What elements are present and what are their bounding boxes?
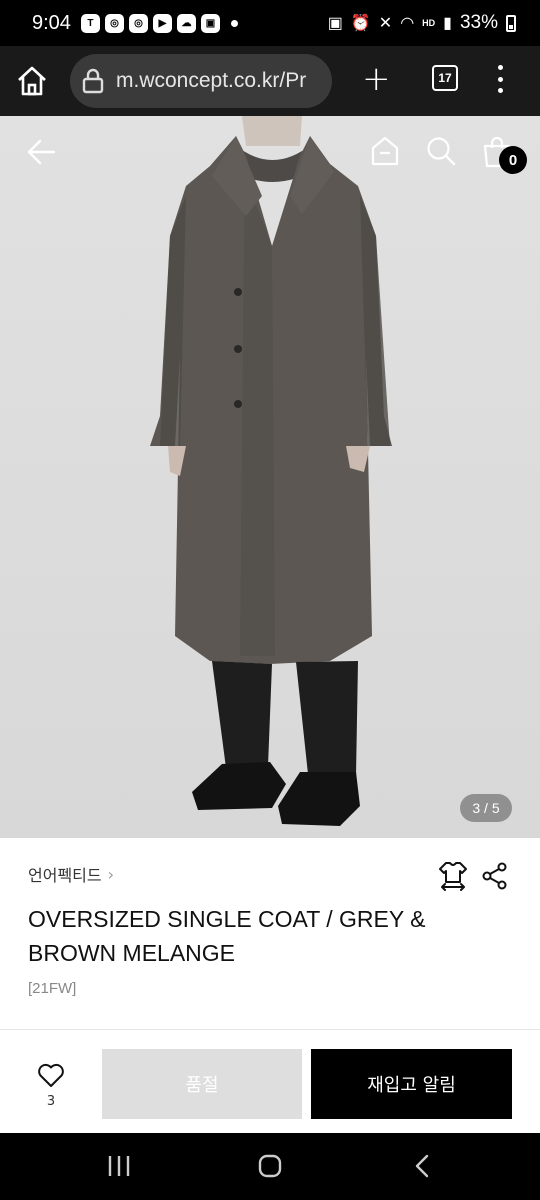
restock-alert-button[interactable]: 재입고 알림 (311, 1049, 512, 1119)
lock-icon (82, 68, 104, 94)
new-tab-button[interactable]: + (362, 59, 391, 99)
more-notifications-icon (230, 19, 238, 27)
wishlist-count: 3 (46, 1094, 56, 1109)
battery-percent: 33% (459, 12, 498, 33)
browser-toolbar: m.wconcept.co.kr/Pr + 17 (0, 46, 540, 116)
youtube-icon: ▶ (152, 13, 172, 33)
product-photo (150, 116, 392, 826)
hd-voice-icon: HD (422, 17, 436, 28)
home-icon[interactable] (370, 136, 400, 166)
divider (0, 1029, 540, 1030)
battery-icon (506, 14, 516, 32)
instagram-icon: ◎ (104, 13, 124, 33)
alarm-icon: ⏰ (350, 15, 371, 32)
weather-icon: ☁ (176, 13, 196, 33)
product-title: OVERSIZED SINGLE COAT / GREY & BROWN MEL… (28, 906, 426, 966)
browser-menu-button[interactable] (490, 63, 510, 95)
product-image-carousel[interactable] (0, 116, 540, 838)
tab-switcher-button[interactable]: 17 (432, 65, 458, 91)
instagram-icon: ◎ (128, 13, 148, 33)
brand-name: 언어펙티드 (28, 866, 102, 885)
back-nav-icon[interactable] (410, 1153, 436, 1179)
heart-icon (38, 1063, 64, 1087)
clock: 9:04 (32, 11, 71, 34)
url-text: m.wconcept.co.kr/Pr (116, 69, 307, 92)
size-guide-icon[interactable] (437, 860, 469, 892)
season-tag: [21FW] (28, 980, 77, 997)
mute-icon: ✕ (378, 15, 393, 32)
cart-count-badge[interactable]: 0 (499, 146, 527, 174)
system-status: ▣ ⏰ ✕ ◠ HD ▮ 33% (328, 12, 516, 34)
search-icon[interactable] (426, 136, 456, 166)
share-icon[interactable] (481, 862, 509, 890)
chevron-right-icon: › (107, 864, 115, 884)
home-button-icon[interactable] (257, 1153, 283, 1179)
status-bar: 9:04 T ◎ ◎ ▶ ☁ ▣ ▣ ⏰ ✕ ◠ HD ▮ 33% (0, 0, 540, 46)
wifi-icon: ◠ (400, 15, 415, 32)
address-bar[interactable]: m.wconcept.co.kr/Pr (70, 54, 332, 108)
talk-icon: T (80, 13, 100, 33)
back-arrow-icon[interactable] (26, 138, 58, 166)
system-navigation-bar (0, 1133, 540, 1200)
image-counter: 3 / 5 (460, 794, 512, 822)
gallery-icon: ▣ (200, 13, 220, 33)
notification-icons: T ◎ ◎ ▶ ☁ ▣ (80, 13, 238, 33)
signal-icon: ▮ (443, 15, 452, 32)
wishlist-button[interactable]: 3 (30, 1062, 72, 1109)
home-icon[interactable] (14, 63, 50, 99)
lock-icon: ▣ (327, 15, 343, 32)
brand-link[interactable]: 언어펙티드 › (28, 862, 114, 886)
recent-apps-icon[interactable] (106, 1153, 132, 1179)
sold-out-button[interactable]: 품절 (102, 1049, 302, 1119)
